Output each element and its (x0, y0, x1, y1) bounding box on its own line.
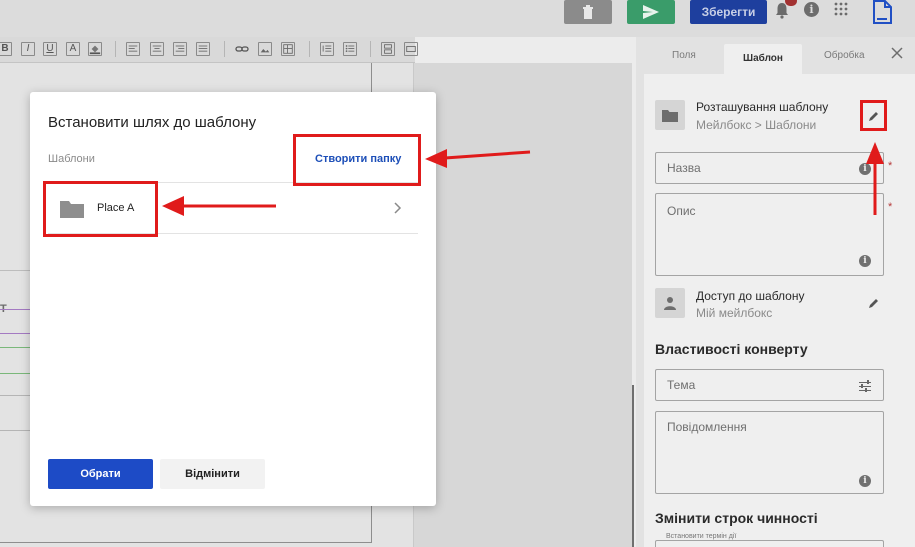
table-line (0, 395, 30, 396)
required-mark: * (888, 201, 893, 213)
template-panel-content: Розташування шаблону Мейлбокс > Шаблони … (644, 74, 915, 547)
toolbar-divider (115, 41, 116, 57)
send-icon (643, 5, 659, 19)
edit-access-pencil-icon[interactable] (867, 296, 881, 310)
tab-processing[interactable]: Обробка (824, 50, 865, 61)
notification-badge (785, 0, 797, 6)
description-field-placeholder: Опис (667, 204, 696, 218)
italic-button[interactable]: I (21, 42, 35, 56)
apps-grid-icon[interactable] (834, 2, 848, 16)
tune-icon[interactable] (858, 379, 872, 393)
page-break-icon[interactable] (381, 42, 395, 56)
description-info-icon[interactable]: i (859, 255, 871, 267)
send-button[interactable] (627, 0, 675, 24)
tab-template[interactable]: Шаблон (724, 44, 802, 74)
bullet-list-icon[interactable] (343, 42, 357, 56)
info-icon[interactable]: i (804, 2, 819, 17)
dialog-breadcrumb[interactable]: Шаблони (48, 153, 95, 165)
table-line (0, 270, 30, 271)
message-field[interactable]: Повідомлення i (655, 411, 884, 494)
table-icon[interactable] (281, 42, 295, 56)
trash-icon (583, 5, 593, 19)
align-justify-icon[interactable] (196, 42, 210, 56)
underline-button[interactable]: U (43, 42, 57, 56)
select-button[interactable]: Обрати (48, 459, 153, 489)
template-access-title: Доступ до шаблону (696, 289, 805, 303)
font-color-button[interactable]: A (66, 42, 80, 56)
save-button[interactable]: Зберегти (690, 0, 767, 24)
template-location-path: Мейлбокс > Шаблони (696, 118, 817, 132)
tab-template-label: Шаблон (743, 53, 783, 64)
name-field-placeholder: Назва (667, 161, 701, 175)
toolbar-divider (224, 41, 225, 57)
image-icon[interactable] (258, 42, 272, 56)
document-icon[interactable] (871, 0, 893, 24)
align-right-icon[interactable] (173, 42, 187, 56)
subject-field[interactable]: Тема (655, 369, 884, 401)
template-access-value: Мій мейлбокс (696, 306, 773, 320)
table-line (0, 333, 30, 334)
fill-color-icon[interactable] (88, 42, 102, 56)
scrollbar[interactable] (632, 385, 634, 547)
close-icon[interactable] (889, 45, 905, 61)
validity-field[interactable] (655, 540, 884, 547)
required-mark: * (888, 160, 893, 172)
chevron-right-icon (394, 202, 402, 214)
format-toolbar: B I U A (0, 37, 418, 63)
name-field[interactable]: Назва i (655, 152, 884, 184)
table-line (0, 309, 30, 310)
description-field[interactable]: Опис i (655, 193, 884, 276)
toolbar-divider (309, 41, 310, 57)
validity-field-label: Встановити термін дії (664, 533, 739, 540)
align-left-icon[interactable] (126, 42, 140, 56)
toolbar-divider (370, 41, 371, 57)
field-icon[interactable] (404, 42, 418, 56)
top-bar: Зберегти i (0, 0, 915, 37)
align-center-icon[interactable] (150, 42, 164, 56)
bold-button[interactable]: B (0, 42, 12, 56)
tab-fields[interactable]: Поля (672, 50, 696, 61)
message-field-placeholder: Повідомлення (667, 420, 747, 434)
message-info-icon[interactable]: i (859, 475, 871, 487)
panel-tabs: Поля Шаблон Обробка (636, 37, 915, 74)
template-location-title: Розташування шаблону (696, 100, 829, 114)
envelope-properties-heading: Властивості конверту (655, 341, 808, 357)
dialog-title: Встановити шлях до шаблону (48, 114, 257, 131)
numbered-list-icon[interactable] (320, 42, 334, 56)
name-info-icon[interactable]: i (859, 163, 871, 175)
link-icon[interactable] (235, 42, 249, 56)
table-line (0, 373, 30, 374)
annotation-box-create-folder (293, 134, 421, 186)
subject-field-placeholder: Тема (667, 378, 696, 392)
delete-button[interactable] (564, 0, 612, 24)
folder-icon (655, 100, 685, 130)
table-line (0, 430, 30, 431)
cancel-button[interactable]: Відмінити (160, 459, 265, 489)
annotation-box-edit-pencil (860, 100, 887, 131)
table-line (0, 347, 30, 348)
change-validity-heading: Змінити строк чинності (655, 510, 818, 526)
user-icon (655, 288, 685, 318)
annotation-box-place-a (43, 181, 158, 237)
